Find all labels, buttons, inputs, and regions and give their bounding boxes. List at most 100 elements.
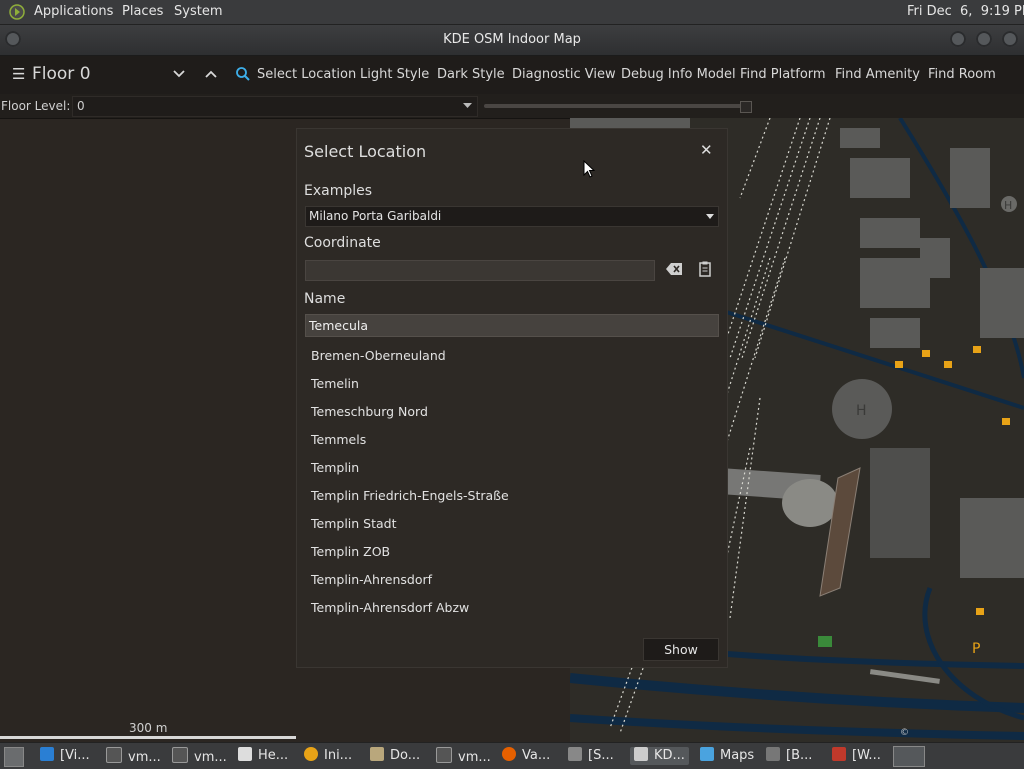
dialog-title: Select Location — [304, 142, 427, 161]
system-panel: Applications Places System Fri Dec 6, 9:… — [0, 0, 1024, 25]
diagnostic-view-button[interactable]: Diagnostic View — [512, 67, 616, 82]
floor-title: Floor 0 — [32, 64, 91, 84]
chevron-down-icon[interactable] — [172, 68, 186, 80]
taskbar-item[interactable]: Do... — [370, 747, 420, 765]
light-style-button[interactable]: Light Style — [360, 67, 429, 82]
window-icon — [766, 747, 780, 761]
places-menu[interactable]: Places — [122, 4, 163, 19]
distro-logo-icon[interactable] — [9, 4, 26, 20]
window-title: KDE OSM Indoor Map — [443, 32, 581, 47]
examples-value: Milano Porta Garibaldi — [309, 209, 442, 223]
taskbar-item-label: [Vi... — [60, 748, 90, 763]
taskbar-item[interactable]: [Vi... — [40, 747, 90, 765]
terminal-icon — [106, 747, 122, 763]
dark-style-button[interactable]: Dark Style — [437, 67, 505, 82]
taskbar-item-active[interactable]: KD... — [630, 747, 689, 765]
taskbar-item[interactable]: [W... — [832, 747, 881, 765]
maximize-button[interactable] — [976, 31, 992, 47]
taskbar-item[interactable]: vm... — [106, 747, 161, 765]
examples-combobox[interactable]: Milano Porta Garibaldi — [305, 206, 719, 227]
results-list: Bremen-Oberneuland Temelin Temeschburg N… — [297, 341, 727, 631]
firefox-icon — [502, 747, 516, 761]
list-item[interactable]: Templin — [311, 460, 359, 475]
minimize-button[interactable] — [950, 31, 966, 47]
main-toolbar: ☰ Floor 0 Select Location Light Style Da… — [0, 56, 1024, 94]
list-item[interactable]: Templin ZOB — [311, 544, 390, 559]
taskbar-item-label: KD... — [654, 748, 685, 763]
taskbar-item[interactable]: Ini... — [304, 747, 352, 765]
taskbar-item-label: He... — [258, 748, 289, 763]
show-desktop-icon[interactable] — [4, 747, 24, 767]
taskbar-item[interactable]: [B... — [766, 747, 812, 765]
floor-level-value: 0 — [77, 99, 85, 113]
terminal-icon — [172, 747, 188, 763]
clock[interactable]: Fri Dec 6, 9:19 PM — [907, 4, 1024, 19]
list-item[interactable]: Templin-Ahrensdorf Abzw — [311, 600, 469, 615]
dropdown-arrow-icon — [706, 214, 714, 219]
taskbar-item-label: Ini... — [324, 748, 353, 763]
debug-info-model-button[interactable]: Debug Info Model — [621, 67, 736, 82]
name-value: Temecula — [309, 318, 368, 333]
taskbar-item-label: [B... — [786, 748, 813, 763]
vscode-icon — [40, 747, 54, 761]
taskbar-item-label: vm... — [194, 750, 227, 765]
floor-level-label: Floor Level: — [1, 99, 71, 113]
find-room-button[interactable]: Find Room — [928, 67, 996, 82]
helipad-label: H — [856, 403, 867, 419]
taskbar-item-label: vm... — [458, 750, 491, 765]
slider-handle[interactable] — [740, 101, 752, 113]
list-item[interactable]: Bremen-Oberneuland — [311, 348, 446, 363]
name-input[interactable]: Temecula — [305, 314, 719, 337]
map-copyright[interactable]: © — [900, 728, 909, 738]
paste-clipboard-icon[interactable] — [699, 261, 711, 277]
maps-icon — [700, 747, 714, 761]
applications-menu[interactable]: Applications — [34, 4, 113, 19]
list-item[interactable]: Temmels — [311, 432, 366, 447]
dropdown-arrow-icon — [463, 103, 472, 108]
taskbar-item-label: Maps — [720, 748, 755, 763]
list-item[interactable]: Temelin — [311, 376, 359, 391]
taskbar-item[interactable]: He... — [238, 747, 288, 765]
taskbar: [Vi... vm... vm... He... Ini... Do... vm… — [0, 742, 1024, 769]
text-editor-icon — [238, 747, 252, 761]
workspace-switcher[interactable] — [893, 746, 925, 767]
list-item[interactable]: Templin Stadt — [311, 516, 397, 531]
home-icon — [634, 747, 648, 761]
chevron-up-icon[interactable] — [204, 68, 218, 80]
select-location-button[interactable]: Select Location — [257, 67, 356, 82]
list-item[interactable]: Temeschburg Nord — [311, 404, 428, 419]
find-amenity-button[interactable]: Find Amenity — [835, 67, 920, 82]
window-titlebar[interactable]: KDE OSM Indoor Map — [0, 25, 1024, 56]
taskbar-item-label: vm... — [128, 750, 161, 765]
search-icon[interactable] — [235, 66, 251, 82]
list-item[interactable]: Templin-Ahrensdorf — [311, 572, 432, 587]
parking-label-2: P — [972, 641, 980, 657]
clear-text-icon[interactable] — [666, 263, 682, 275]
floor-level-slider[interactable] — [484, 101, 752, 113]
show-button[interactable]: Show — [643, 638, 719, 661]
taskbar-item[interactable]: vm... — [436, 747, 491, 765]
coordinate-label: Coordinate — [304, 235, 381, 251]
taskbar-item[interactable]: [S... — [568, 747, 614, 765]
taskbar-item-label: Va... — [522, 748, 551, 763]
name-label: Name — [304, 291, 346, 307]
examples-label: Examples — [304, 183, 373, 199]
coordinate-input[interactable] — [305, 260, 655, 281]
taskbar-item-label: [S... — [588, 748, 614, 763]
helipad-label-2: H — [1004, 199, 1012, 212]
taskbar-item[interactable]: Va... — [502, 747, 550, 765]
scale-label: 300 m — [129, 721, 168, 735]
app-icon — [304, 747, 318, 761]
system-menu[interactable]: System — [174, 4, 222, 19]
taskbar-item-label: Do... — [390, 748, 421, 763]
list-item[interactable]: Templin Friedrich-Engels-Straße — [311, 488, 509, 503]
close-icon[interactable]: ✕ — [700, 141, 713, 159]
floor-level-combobox[interactable]: 0 — [72, 96, 478, 117]
taskbar-item[interactable]: vm... — [172, 747, 227, 765]
screenshot-icon — [568, 747, 582, 761]
find-platform-button[interactable]: Find Platform — [740, 67, 826, 82]
mouse-cursor-icon — [583, 160, 595, 178]
taskbar-item[interactable]: Maps — [700, 747, 754, 765]
hamburger-menu-icon[interactable]: ☰ — [12, 65, 25, 83]
close-window-button[interactable] — [1002, 31, 1018, 47]
